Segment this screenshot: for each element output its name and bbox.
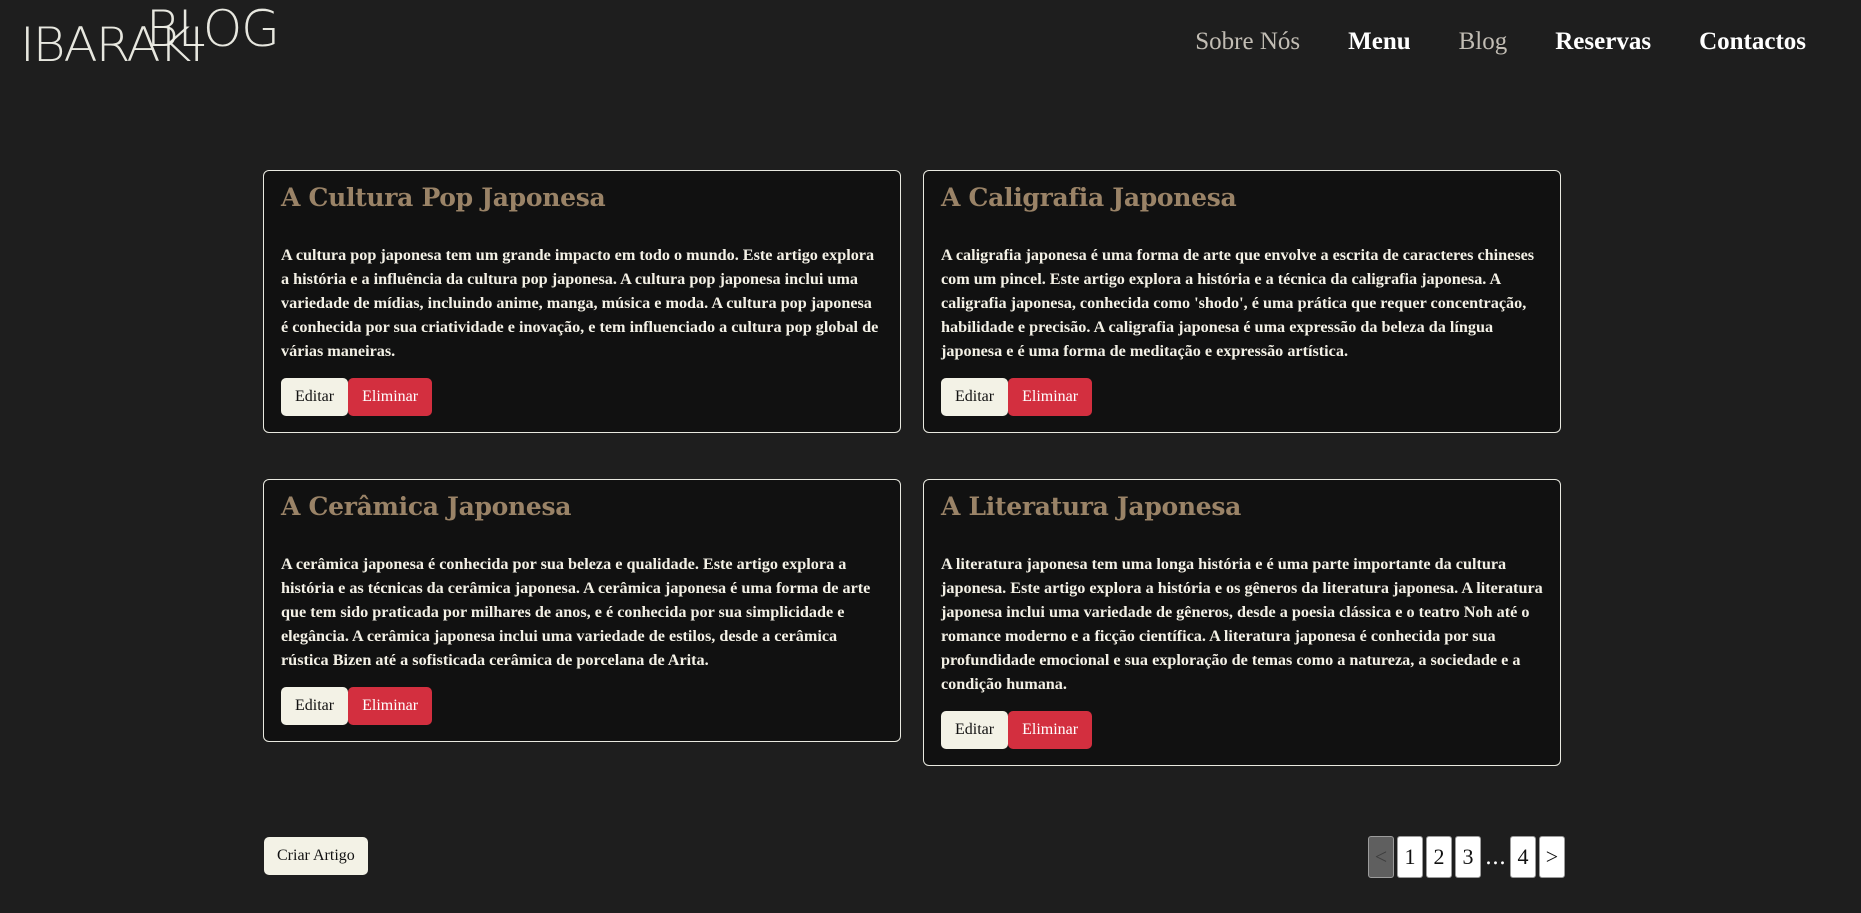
pagination-page-4[interactable]: 4	[1509, 836, 1536, 878]
article-actions: Editar Eliminar	[941, 711, 1543, 749]
article-actions: Editar Eliminar	[281, 687, 883, 725]
article-text: A cultura pop japonesa tem um grande imp…	[281, 246, 879, 360]
article-text: A caligrafia japonesa é uma forma de art…	[941, 246, 1535, 360]
delete-button[interactable]: Eliminar	[1008, 378, 1093, 416]
article-card: A Caligrafia Japonesa A caligrafia japon…	[923, 170, 1561, 433]
pagination-next-button[interactable]: >	[1538, 836, 1565, 878]
edit-button[interactable]: Editar	[281, 378, 349, 416]
pagination-page-3[interactable]: 3	[1455, 836, 1481, 878]
article-title: A Cerâmica Japonesa	[281, 492, 572, 521]
nav-menu[interactable]: Menu	[1348, 28, 1411, 56]
pagination-page-2[interactable]: 2	[1426, 836, 1452, 878]
article-title: A Literatura Japonesa	[941, 492, 1242, 521]
article-card: A Cerâmica Japonesa A cerâmica japonesa …	[263, 479, 901, 742]
pagination-page-1[interactable]: 1	[1397, 836, 1423, 878]
article-text: A literatura japonesa tem uma longa hist…	[941, 555, 1543, 693]
delete-button[interactable]: Eliminar	[348, 378, 433, 416]
nav-blog[interactable]: Blog	[1459, 28, 1508, 56]
edit-button[interactable]: Editar	[281, 687, 349, 725]
pagination-ellipsis: ...	[1485, 844, 1506, 870]
edit-button[interactable]: Editar	[941, 378, 1009, 416]
site-logo[interactable]: IBARAKI BLOG	[20, 4, 280, 69]
nav-contactos[interactable]: Contactos	[1699, 28, 1806, 56]
logo-blog-text: BLOG	[146, 0, 280, 58]
pagination: < 1 2 3 ... 4 >	[1368, 836, 1565, 878]
article-card: A Literatura Japonesa A literatura japon…	[923, 479, 1561, 766]
article-actions: Editar Eliminar	[941, 378, 1543, 416]
article-card: A Cultura Pop Japonesa A cultura pop jap…	[263, 170, 901, 433]
article-text: A cerâmica japonesa é conhecida por sua …	[281, 555, 871, 669]
article-actions: Editar Eliminar	[281, 378, 883, 416]
edit-button[interactable]: Editar	[941, 711, 1009, 749]
nav-sobre-nos[interactable]: Sobre Nós	[1195, 28, 1300, 56]
nav-reservas[interactable]: Reservas	[1555, 28, 1651, 56]
article-title: A Cultura Pop Japonesa	[281, 183, 606, 212]
delete-button[interactable]: Eliminar	[1008, 711, 1093, 749]
delete-button[interactable]: Eliminar	[348, 687, 433, 725]
create-article-button[interactable]: Criar Artigo	[264, 837, 368, 875]
pagination-prev-button[interactable]: <	[1368, 836, 1394, 878]
article-title: A Caligrafia Japonesa	[941, 183, 1237, 212]
articles-grid: A Cultura Pop Japonesa A cultura pop jap…	[263, 170, 1561, 766]
main-nav: Sobre Nós Menu Blog Reservas Contactos	[1195, 28, 1806, 56]
